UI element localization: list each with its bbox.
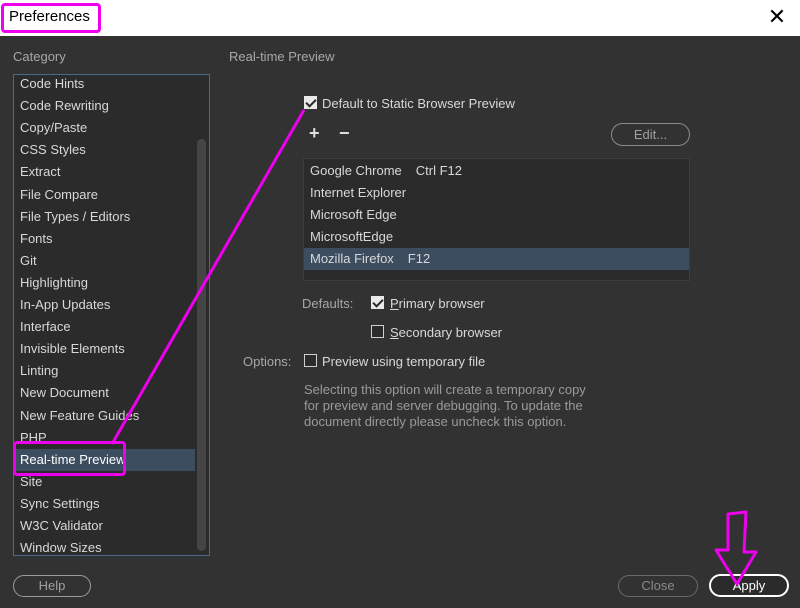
remove-browser-icon[interactable]: − [339, 124, 350, 142]
browser-name: MicrosoftEdge [310, 229, 394, 244]
close-button-label: Close [641, 578, 675, 593]
apply-button-label: Apply [732, 578, 766, 593]
apply-button[interactable]: Apply [709, 574, 789, 597]
add-browser-icon[interactable]: + [309, 124, 320, 142]
sidebar-item[interactable]: Code Hints [14, 75, 195, 95]
edit-button[interactable]: Edit... [611, 123, 690, 146]
browser-row[interactable]: Internet Explorer [304, 182, 689, 204]
browser-shortcut: Ctrl F12 [415, 163, 463, 178]
sidebar-item[interactable]: Git [14, 250, 195, 272]
help-button-label: Help [38, 578, 66, 593]
sidebar-item[interactable]: Copy/Paste [14, 117, 195, 139]
browser-name: Google Chrome [310, 163, 402, 178]
sidebar-item[interactable]: In-App Updates [14, 294, 195, 316]
primary-browser-label: Primary browser [390, 296, 485, 311]
browser-row[interactable]: Mozilla Firefox F12 [304, 248, 689, 270]
edit-button-label: Edit... [633, 127, 668, 142]
help-button[interactable]: Help [13, 575, 91, 597]
browser-name: Microsoft Edge [310, 207, 397, 222]
category-label: Category [13, 49, 66, 64]
browser-row[interactable]: MicrosoftEdge [304, 226, 689, 248]
close-button[interactable]: Close [618, 575, 698, 597]
sidebar-item[interactable]: Window Sizes [14, 537, 195, 555]
browser-shortcut: F12 [407, 251, 431, 266]
sidebar-item[interactable]: W3C Validator [14, 515, 195, 537]
browser-list[interactable]: Google Chrome Ctrl F12 Internet Explorer Mi… [303, 158, 690, 281]
sidebar-item[interactable]: Code Rewriting [14, 95, 195, 117]
sidebar-item[interactable]: Highlighting [14, 272, 195, 294]
browser-name: Mozilla Firefox [310, 251, 394, 266]
sidebar-item[interactable]: Extract [14, 161, 195, 183]
sidebar-item[interactable]: CSS Styles [14, 139, 195, 161]
default-static-checkbox[interactable] [304, 96, 317, 109]
sidebar-item[interactable]: Linting [14, 360, 195, 382]
title-bar: Preferences ✕ [0, 0, 800, 36]
panel-title: Real-time Preview [229, 49, 335, 64]
primary-browser-checkbox[interactable] [371, 296, 384, 309]
temp-file-label: Preview using temporary file [322, 354, 486, 369]
browser-name: Internet Explorer [310, 185, 407, 200]
sidebar-item[interactable]: Interface [14, 316, 195, 338]
secondary-browser-label: Secondary browser [390, 325, 502, 340]
category-list[interactable]: Code Hints Code Rewriting Copy/Paste CSS St… [13, 74, 210, 556]
sidebar-item[interactable]: Invisible Elements [14, 338, 195, 360]
title-highlight-box [1, 3, 101, 33]
sidebar-item[interactable]: Fonts [14, 228, 195, 250]
sidebar-item[interactable]: New Document [14, 382, 195, 404]
defaults-label: Defaults: [302, 296, 354, 311]
options-label: Options: [243, 354, 292, 369]
sidebar-item[interactable]: Sync Settings [14, 493, 195, 515]
category-scrollbar-thumb[interactable] [197, 139, 206, 551]
default-static-label: Default to Static Browser Preview [322, 96, 515, 111]
sidebar-item[interactable]: File Types / Editors [14, 206, 195, 228]
temp-file-checkbox[interactable] [304, 354, 317, 367]
sidebar-item[interactable]: New Feature Guides [14, 405, 195, 427]
browser-row[interactable]: Microsoft Edge [304, 204, 689, 226]
browser-row[interactable]: Google Chrome Ctrl F12 [304, 160, 689, 182]
sidebar-item[interactable]: File Compare [14, 184, 195, 206]
secondary-browser-checkbox[interactable] [371, 325, 384, 338]
real-time-preview-highlight-box [13, 441, 126, 476]
temp-file-description: Selecting this option will create a temp… [304, 382, 586, 429]
close-icon[interactable]: ✕ [766, 6, 788, 28]
